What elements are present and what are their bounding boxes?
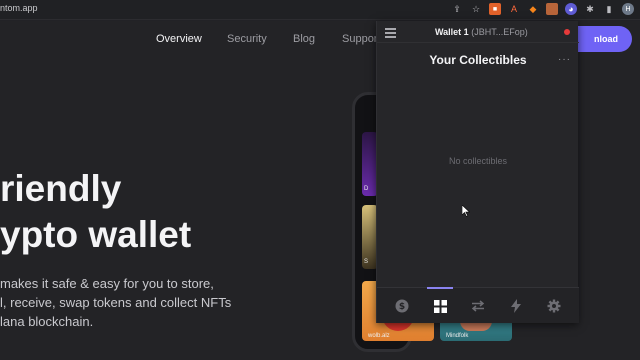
nav-overview[interactable]: Overview [156, 33, 202, 45]
star-icon[interactable]: ☆ [470, 3, 482, 15]
phantom-icon[interactable]: ◕ [565, 3, 577, 15]
nft-card-caption: Mindfolk [446, 333, 469, 339]
wallet-header: Wallet 1 (JBHT...EFop) [377, 21, 579, 43]
svg-text:$: $ [399, 302, 405, 312]
wallet-popup: Wallet 1 (JBHT...EFop) Your Collectibles… [376, 21, 579, 323]
tab-settings[interactable] [546, 298, 562, 314]
grid-icon [433, 299, 447, 313]
share-icon[interactable]: ⇪ [451, 3, 463, 15]
avatar[interactable]: H [622, 3, 634, 15]
browser-toolbar: ntom.app ⇪ ☆ ■ A ◆ ◕ ✱ ▮ H [0, 0, 640, 20]
active-tab-indicator [427, 287, 453, 289]
toolbar-icons: ⇪ ☆ ■ A ◆ ◕ ✱ ▮ H [451, 3, 634, 15]
hero-description-line1: makes it safe & easy for you to store, [0, 276, 214, 291]
empty-state-message: No collectibles [448, 156, 508, 166]
more-options-icon[interactable]: ··· [558, 54, 571, 65]
tab-activity[interactable] [508, 298, 524, 314]
address-bar[interactable]: ntom.app [0, 3, 38, 13]
metamask-fox-icon[interactable]: ◆ [527, 3, 539, 15]
lightning-icon [511, 299, 521, 313]
wallet-selector[interactable]: Wallet 1 (JBHT...EFop) [435, 27, 528, 37]
bottom-tab-bar: $ [377, 287, 579, 323]
puzzle-icon[interactable]: ✱ [584, 3, 596, 15]
nav-security[interactable]: Security [227, 33, 267, 45]
swap-icon [471, 300, 485, 312]
hero-heading-line2: ypto wallet [0, 214, 192, 255]
tab-collectibles[interactable] [432, 298, 448, 314]
hero-heading-line1: riendly [0, 168, 122, 209]
extension-orange-icon[interactable]: ■ [489, 3, 501, 15]
tab-swap[interactable] [470, 298, 486, 314]
tab-wallet[interactable]: $ [394, 298, 410, 314]
gear-icon [547, 299, 561, 313]
extension-a-icon[interactable]: A [508, 3, 520, 15]
nav-support[interactable]: Suppor [342, 33, 377, 45]
wallet-name: Wallet 1 [435, 27, 469, 37]
hero-description-line3: lana blockchain. [0, 314, 94, 329]
sidebar-icon[interactable]: ▮ [603, 3, 615, 15]
hero-description-line2: l, receive, swap tokens and collect NFTs [0, 295, 232, 310]
network-status-dot [564, 29, 570, 35]
page-title: Your Collectibles [429, 53, 527, 67]
extension-grid-icon[interactable] [546, 3, 558, 15]
nft-card-caption: wolb.alz [368, 333, 390, 339]
wallet-address: (JBHT...EFop) [471, 27, 528, 37]
nft-card-caption: S [364, 259, 369, 265]
mouse-cursor-icon [462, 205, 470, 217]
hamburger-menu-icon[interactable] [385, 28, 396, 38]
dollar-icon: $ [395, 299, 409, 313]
nft-card-caption: D [364, 186, 369, 192]
nav-blog[interactable]: Blog [293, 33, 315, 45]
